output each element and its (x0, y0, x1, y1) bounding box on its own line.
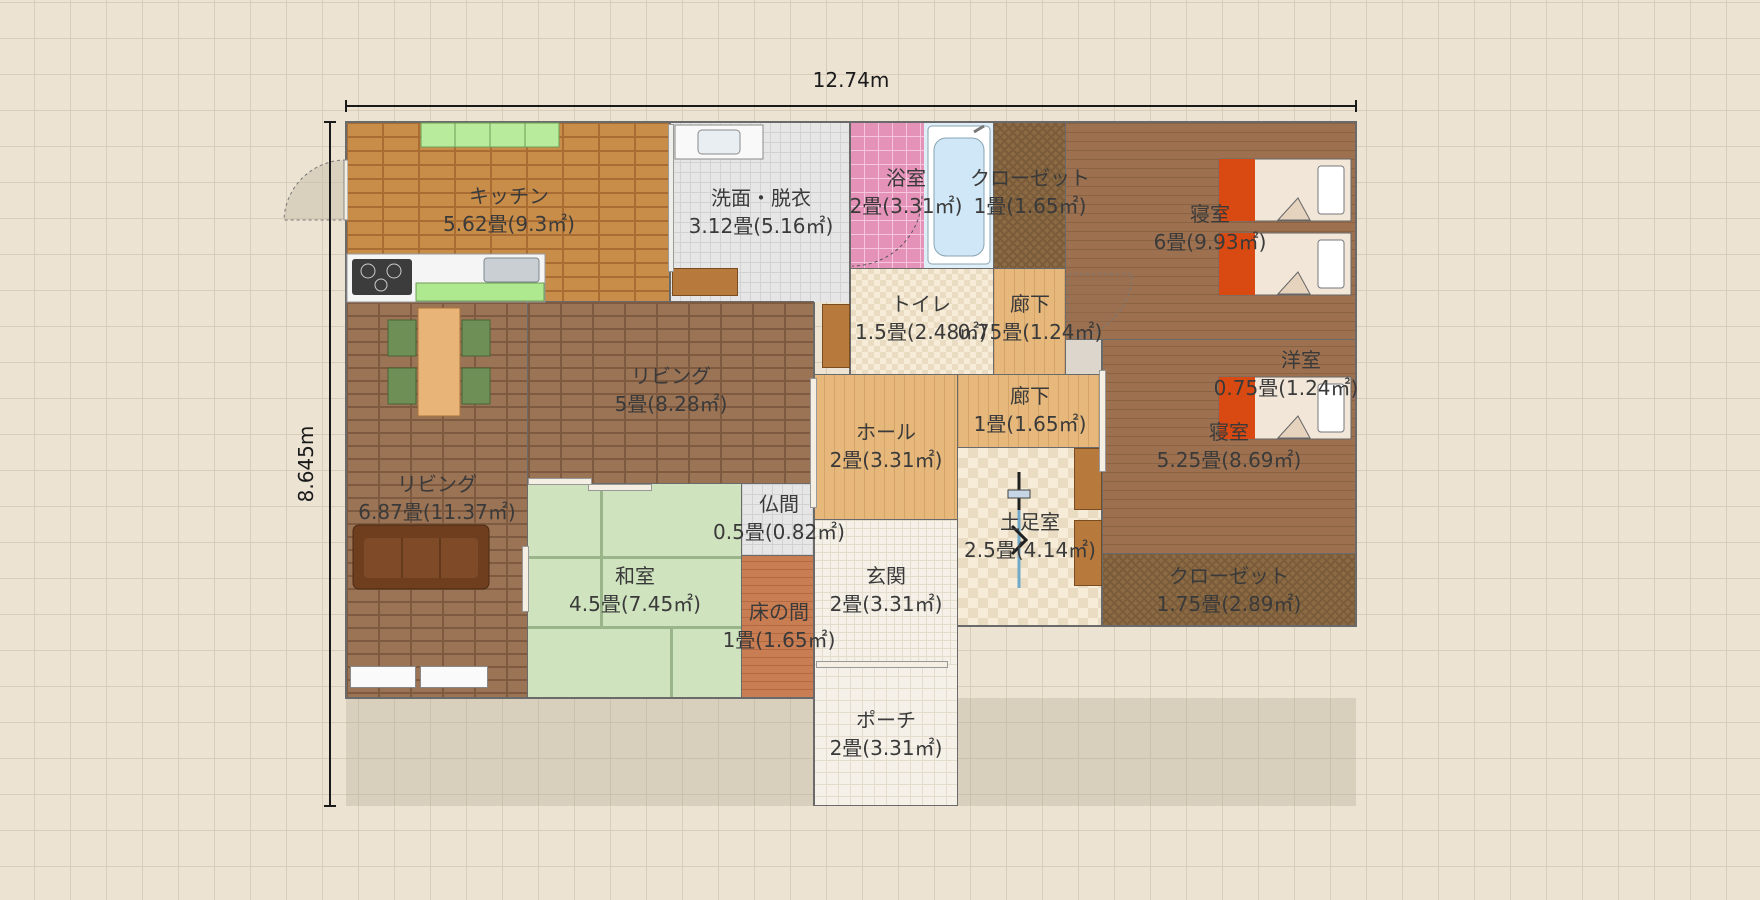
room-name: 和室 (614, 564, 655, 588)
room-name: 寝室 (1190, 202, 1230, 226)
room-label-closet-top: クローゼット 1畳(1.65㎡) (970, 164, 1090, 220)
width-dimension-label: 12.74m (812, 68, 890, 92)
floor-plan-canvas[interactable]: 12.74m 8.645m キッチン 5.62畳(9.3㎡) 洗面・脱衣 3.1… (0, 0, 1760, 900)
room-area: 2畳(3.31㎡) (829, 736, 943, 760)
room-area: 4.5畳(7.45㎡) (569, 592, 701, 616)
room-label-tokonoma: 床の間 1畳(1.65㎡) (723, 598, 836, 654)
wall (742, 555, 814, 556)
room-name: クローゼット (1168, 564, 1289, 588)
sliding-door (816, 661, 948, 668)
room-name: 洋室 (1280, 348, 1321, 372)
sliding-door (522, 546, 529, 612)
room-area: 5.25畳(8.69㎡) (1156, 448, 1302, 472)
wall (1066, 339, 1356, 340)
tatami-seam (528, 626, 742, 629)
room-name: キッチン (468, 184, 549, 208)
room-label-bedroom-top: 寝室 6畳(9.93㎡) (1154, 200, 1267, 256)
toilet-storage (822, 304, 850, 368)
room-label-hall: ホール 2畳(3.31㎡) (830, 418, 943, 474)
room-name: 廊下 (1009, 292, 1050, 316)
wall (1102, 553, 1356, 554)
wall (814, 374, 1102, 375)
room-name: 寝室 (1208, 420, 1249, 444)
room-label-butsuma: 仏間 0.5畳(0.82㎡) (713, 490, 845, 546)
sliding-door (588, 484, 652, 491)
room-area: 0.75畳(1.24㎡) (1213, 376, 1359, 400)
height-dimension-line (324, 121, 336, 807)
room-area: 0.75畳(1.24㎡) (957, 320, 1103, 344)
room-label-kitchen: キッチン 5.62畳(9.3㎡) (443, 182, 575, 238)
room-area: 2畳(3.31㎡) (829, 448, 943, 472)
tv-board (350, 666, 416, 688)
wall (527, 302, 528, 698)
room-name: 洗面・脱衣 (710, 186, 811, 210)
wall-bottom-right (958, 625, 1356, 627)
room-name: ポーチ (856, 708, 916, 732)
tv-board (420, 666, 488, 688)
room-name: 土足室 (999, 510, 1060, 534)
sliding-door (528, 478, 592, 485)
kitchen-upper-cabinet-icon (420, 122, 560, 148)
room-area: 6畳(9.93㎡) (1153, 230, 1267, 254)
room-name: 廊下 (1010, 384, 1050, 408)
washroom-shelf (672, 268, 738, 296)
room-area: 1.75畳(2.89㎡) (1156, 592, 1302, 616)
room-area: 2.5畳(4.14㎡) (964, 538, 1096, 562)
room-label-porch: ポーチ 2畳(3.31㎡) (830, 706, 943, 762)
sofa-icon (352, 524, 490, 590)
sliding-door (810, 378, 817, 508)
wall-bottom-left (346, 697, 814, 699)
room-name: 玄関 (866, 564, 906, 588)
stove-icon (346, 253, 546, 303)
tatami-seam (528, 556, 742, 559)
room-area: 1畳(1.65㎡) (973, 194, 1087, 218)
sliding-door (1099, 370, 1106, 472)
room-name: クローゼット (970, 166, 1090, 190)
room-label-hallway-mid: 廊下 1畳(1.65㎡) (974, 382, 1087, 438)
wall (850, 268, 1066, 269)
room-area: 2畳(3.31㎡) (849, 194, 963, 218)
room-name: 仏間 (758, 492, 799, 516)
room-label-living-center: リビング 5畳(8.28㎡) (615, 362, 728, 418)
room-label-washroom: 洗面・脱衣 3.12畳(5.16㎡) (689, 184, 834, 240)
room-area: 1畳(1.65㎡) (722, 628, 836, 652)
room-label-hallway-top: 廊下 0.75畳(1.24㎡) (958, 290, 1103, 346)
room-area: 0.5畳(0.82㎡) (713, 520, 845, 544)
dining-table-icon (387, 307, 491, 417)
washroom-door (668, 124, 674, 272)
wall (957, 374, 958, 806)
room-name: リビング (631, 364, 711, 388)
wall (814, 805, 958, 806)
room-label-western: 洋室 0.75畳(1.24㎡) (1214, 346, 1359, 402)
room-name: リビング (397, 472, 477, 496)
hall-storage (1074, 448, 1102, 510)
room-name: 浴室 (886, 166, 926, 190)
room-label-living-left: リビング 6.87畳(11.37㎡) (358, 470, 515, 526)
room-label-bathroom: 浴室 2畳(3.31㎡) (850, 164, 963, 220)
room-label-bedroom-right: 寝室 5.25畳(8.69㎡) (1157, 418, 1302, 474)
width-dimension-line (345, 100, 1357, 112)
room-label-doma: 土足室 2.5畳(4.14㎡) (964, 508, 1096, 564)
sink-icon (674, 124, 764, 160)
room-label-closet-bottom: クローゼット 1.75畳(2.89㎡) (1157, 562, 1302, 618)
room-label-japanese: 和室 4.5畳(7.45㎡) (569, 562, 701, 618)
room-area: 5.62畳(9.3㎡) (443, 212, 575, 236)
room-label-entrance: 玄関 2畳(3.31㎡) (830, 562, 943, 618)
room-area: 6.87畳(11.37㎡) (358, 500, 516, 524)
room-area: 1畳(1.65㎡) (973, 412, 1087, 436)
room-name: ホール (856, 420, 916, 444)
room-area: 5畳(8.28㎡) (614, 392, 728, 416)
tatami-seam (670, 626, 673, 698)
room-area: 2畳(3.31㎡) (829, 592, 943, 616)
room-area: 3.12畳(5.16㎡) (688, 214, 834, 238)
height-dimension-label: 8.645m (294, 425, 318, 503)
room-name: 床の間 (749, 600, 809, 624)
